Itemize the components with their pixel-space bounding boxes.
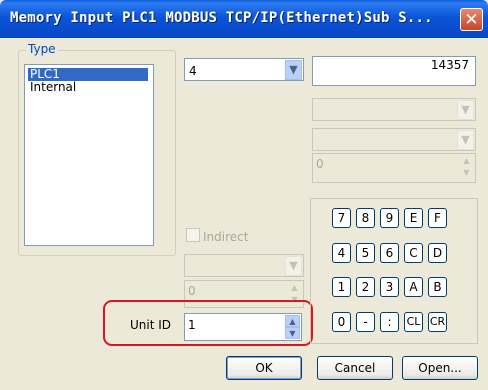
key-e[interactable]: E <box>404 208 423 228</box>
type-item-internal[interactable]: Internal <box>28 81 78 94</box>
indirect-label: Indirect <box>203 230 249 244</box>
unit-id-highlight <box>103 300 313 346</box>
key-d[interactable]: D <box>428 243 447 263</box>
window-title: Memory Input PLC1 MODBUS TCP/IP(Ethernet… <box>10 10 433 26</box>
key-c[interactable]: C <box>404 243 423 263</box>
key-b[interactable]: B <box>428 277 447 297</box>
key-3[interactable]: 3 <box>380 277 399 297</box>
address-field[interactable]: 14357 <box>312 56 476 86</box>
disabled-combobox-1: ▼ <box>312 98 476 121</box>
address-field-value: 14357 <box>430 58 469 72</box>
title-bar[interactable]: Memory Input PLC1 MODBUS TCP/IP(Ethernet… <box>0 0 488 38</box>
key-a[interactable]: A <box>404 277 423 297</box>
key-2[interactable]: 2 <box>356 277 375 297</box>
key-1[interactable]: 1 <box>332 277 351 297</box>
bit-number-spinner: ▲ ▼ <box>463 156 470 177</box>
type-listbox[interactable]: PLC1 Internal <box>24 64 154 246</box>
chevron-down-icon: ▼ <box>285 256 302 276</box>
indirect-checkbox[interactable] <box>186 228 200 242</box>
key-7[interactable]: 7 <box>332 208 351 228</box>
key-5[interactable]: 5 <box>356 243 375 263</box>
indirect-offset-value: 0 <box>188 284 196 298</box>
cancel-button[interactable]: Cancel <box>317 356 393 380</box>
chevron-down-icon: ▼ <box>457 100 474 120</box>
indirect-combobox: ▼ <box>184 254 304 277</box>
key-colon[interactable]: : <box>380 312 399 332</box>
type-group-label: Type <box>26 42 58 56</box>
chevron-down-icon[interactable]: ▼ <box>285 60 302 80</box>
key-cl[interactable]: CL <box>404 312 423 332</box>
key-minus[interactable]: - <box>356 312 375 332</box>
bit-number-value: 0 <box>316 157 324 171</box>
key-4[interactable]: 4 <box>332 243 351 263</box>
memory-input-dialog: Memory Input PLC1 MODBUS TCP/IP(Ethernet… <box>0 0 488 390</box>
bit-number-field: 0 ▲ ▼ <box>312 153 476 183</box>
close-icon[interactable]: ✕ <box>460 8 483 31</box>
key-0[interactable]: 0 <box>332 312 351 332</box>
key-f[interactable]: F <box>428 208 447 228</box>
key-cr[interactable]: CR <box>428 312 447 332</box>
chevron-down-icon: ▼ <box>457 130 474 150</box>
key-8[interactable]: 8 <box>356 208 375 228</box>
device-combobox[interactable]: 4 ▼ <box>184 58 304 81</box>
key-9[interactable]: 9 <box>380 208 399 228</box>
disabled-combobox-2: ▼ <box>312 128 476 151</box>
ok-button[interactable]: OK <box>226 356 302 380</box>
key-6[interactable]: 6 <box>380 243 399 263</box>
open-button[interactable]: Open... <box>402 356 478 380</box>
device-combobox-value: 4 <box>189 64 197 78</box>
